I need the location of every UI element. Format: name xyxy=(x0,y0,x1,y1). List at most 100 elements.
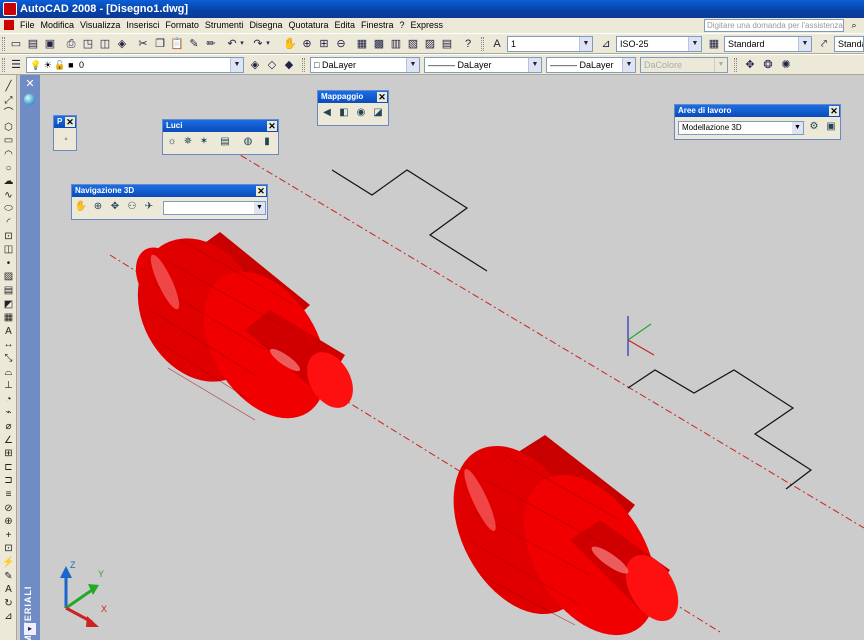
menu-item-disegna[interactable]: Disegna xyxy=(246,18,285,33)
menu-item-edita[interactable]: Edita xyxy=(332,18,359,33)
sun-properties-icon[interactable]: ▮ xyxy=(260,135,274,149)
3d-zoom-icon[interactable]: ⊕ xyxy=(91,200,105,214)
zoom-previous-icon[interactable]: ⊖ xyxy=(333,36,349,52)
block-editor-icon[interactable]: ✏ xyxy=(203,36,219,52)
paste-icon[interactable]: 📋 xyxy=(169,36,185,52)
zoom-window-icon[interactable]: ⊞ xyxy=(316,36,332,52)
menu-item-help[interactable]: ? xyxy=(397,18,408,33)
chevron-down-icon[interactable]: ▼ xyxy=(622,58,635,72)
view-select[interactable]: ▼ xyxy=(163,201,266,215)
chevron-down-icon[interactable]: ▼ xyxy=(528,58,541,72)
color-select[interactable]: □ DaLayer ▼ xyxy=(310,57,420,73)
palette-properties-icon[interactable]: ▸ xyxy=(24,623,36,635)
dim-style-select[interactable]: ISO-25 ▼ xyxy=(616,36,702,52)
planar-mapping-icon[interactable]: ◀ xyxy=(320,106,334,120)
tool-palettes-icon[interactable]: ▥ xyxy=(388,36,404,52)
layer-manager-icon[interactable]: ☰ xyxy=(8,57,24,73)
layer-state-icon[interactable]: ◆ xyxy=(281,57,297,73)
point-icon[interactable]: ◦ xyxy=(59,133,73,147)
multileader-style-icon[interactable]: ⤤ xyxy=(816,36,832,52)
distant-light-icon[interactable]: ✶ xyxy=(197,135,211,149)
workspace-save-icon[interactable]: ▣ xyxy=(824,120,838,134)
calculator-icon[interactable]: ▤ xyxy=(439,36,455,52)
menu-item-visualizza[interactable]: Visualizza xyxy=(77,18,123,33)
geographic-location-icon[interactable]: ◍ xyxy=(241,135,255,149)
properties-icon[interactable]: ▦ xyxy=(354,36,370,52)
text-style-select[interactable]: 1 ▼ xyxy=(507,36,593,52)
close-icon[interactable]: ✕ xyxy=(267,121,277,131)
zoom-realtime-icon[interactable]: ⊕ xyxy=(299,36,315,52)
lineweight-select[interactable]: ——— DaLayer ▼ xyxy=(546,57,636,73)
save-icon[interactable]: ▣ xyxy=(42,36,58,52)
toolbar-grip[interactable] xyxy=(734,58,737,72)
markup-set-icon[interactable]: ▨ xyxy=(422,36,438,52)
help-search-input[interactable]: Digitare una domanda per l'assistenza xyxy=(704,19,844,32)
cylindrical-mapping-icon[interactable]: ◪ xyxy=(371,106,385,120)
document-icon[interactable] xyxy=(4,20,14,30)
chevron-down-icon[interactable]: ▼ xyxy=(254,202,265,214)
make-current-layer-icon[interactable]: ◈ xyxy=(247,57,263,73)
chevron-down-icon[interactable]: ▼ xyxy=(798,37,811,51)
menu-item-inserisci[interactable]: Inserisci xyxy=(123,18,162,33)
toolbar-grip[interactable] xyxy=(302,58,305,72)
table-style-icon[interactable]: ▦ xyxy=(706,36,722,52)
close-icon[interactable]: ✕ xyxy=(829,106,839,116)
drawing-area[interactable]: Z Y X xyxy=(41,75,864,640)
dim-style-icon[interactable]: ⊿ xyxy=(1,609,16,624)
light-list-icon[interactable]: ▤ xyxy=(218,135,232,149)
workspace-select[interactable]: Modellazione 3D ▼ xyxy=(678,121,804,135)
spotlight-icon[interactable]: ✵ xyxy=(181,135,195,149)
close-icon[interactable]: ✕ xyxy=(23,78,37,90)
menu-item-finestra[interactable]: Finestra xyxy=(358,18,397,33)
menu-item-express[interactable]: Express xyxy=(408,18,447,33)
menu-item-file[interactable]: File xyxy=(17,18,38,33)
table-style-select[interactable]: Standard ▼ xyxy=(724,36,812,52)
workspace-settings-icon[interactable]: ⚙ xyxy=(807,120,821,134)
new-file-icon[interactable]: ▭ xyxy=(8,36,24,52)
cut-icon[interactable]: ✂ xyxy=(135,36,151,52)
copy-icon[interactable]: ❐ xyxy=(152,36,168,52)
toolbar-grip[interactable] xyxy=(2,58,5,72)
toolbar-grip[interactable] xyxy=(481,37,484,51)
toolbar-grip[interactable] xyxy=(2,37,5,51)
free-orbit-icon[interactable]: ❂ xyxy=(760,57,776,73)
point-light-icon[interactable]: ☼ xyxy=(165,135,179,149)
close-icon[interactable]: ✕ xyxy=(256,186,266,196)
pan-icon[interactable]: ✋ xyxy=(282,36,298,52)
menu-item-strumenti[interactable]: Strumenti xyxy=(202,18,247,33)
open-file-icon[interactable]: ▤ xyxy=(25,36,41,52)
linetype-select[interactable]: ——— DaLayer ▼ xyxy=(424,57,542,73)
menu-item-formato[interactable]: Formato xyxy=(162,18,202,33)
design-center-icon[interactable]: ▩ xyxy=(371,36,387,52)
3d-dwf-icon[interactable]: ◈ xyxy=(114,36,130,52)
spherical-mapping-icon[interactable]: ◉ xyxy=(354,106,368,120)
text-style-icon[interactable]: A xyxy=(489,36,505,52)
menu-item-modifica[interactable]: Modifica xyxy=(38,18,78,33)
walk-icon[interactable]: ⚇ xyxy=(125,200,139,214)
model-space[interactable]: Z Y X xyxy=(41,75,864,640)
chevron-down-icon[interactable]: ▼ xyxy=(579,37,592,51)
fly-icon[interactable]: ✈ xyxy=(142,200,156,214)
plot-preview-icon[interactable]: ◳ xyxy=(80,36,96,52)
3d-pan-icon[interactable]: ✋ xyxy=(74,200,88,214)
chevron-down-icon[interactable]: ▼ xyxy=(406,58,419,72)
help-search-icon[interactable]: ⌕ xyxy=(846,19,862,32)
multileader-style-select[interactable]: Standard xyxy=(834,36,864,52)
3d-orbit-icon[interactable]: ✥ xyxy=(108,200,122,214)
menu-item-quotatura[interactable]: Quotatura xyxy=(285,18,331,33)
match-properties-icon[interactable]: ✎ xyxy=(186,36,202,52)
close-icon[interactable]: ✕ xyxy=(65,117,75,127)
continuous-orbit-icon[interactable]: ✺ xyxy=(778,57,794,73)
help-icon[interactable]: ? xyxy=(460,36,476,52)
dim-style-icon[interactable]: ⊿ xyxy=(598,36,614,52)
material-sphere-icon[interactable] xyxy=(24,94,35,105)
undo-dropdown-icon[interactable]: ▾ xyxy=(238,36,246,52)
chevron-down-icon[interactable]: ▼ xyxy=(230,58,243,72)
redo-dropdown-icon[interactable]: ▾ xyxy=(264,36,272,52)
layer-select[interactable]: 💡 ☀ 🔓 ■ 0 ▼ xyxy=(26,57,244,73)
print-icon[interactable]: ⎙ xyxy=(63,36,79,52)
close-icon[interactable]: ✕ xyxy=(377,92,387,102)
sheet-set-icon[interactable]: ▧ xyxy=(405,36,421,52)
chevron-down-icon[interactable]: ▼ xyxy=(688,37,701,51)
box-mapping-icon[interactable]: ◧ xyxy=(337,106,351,120)
